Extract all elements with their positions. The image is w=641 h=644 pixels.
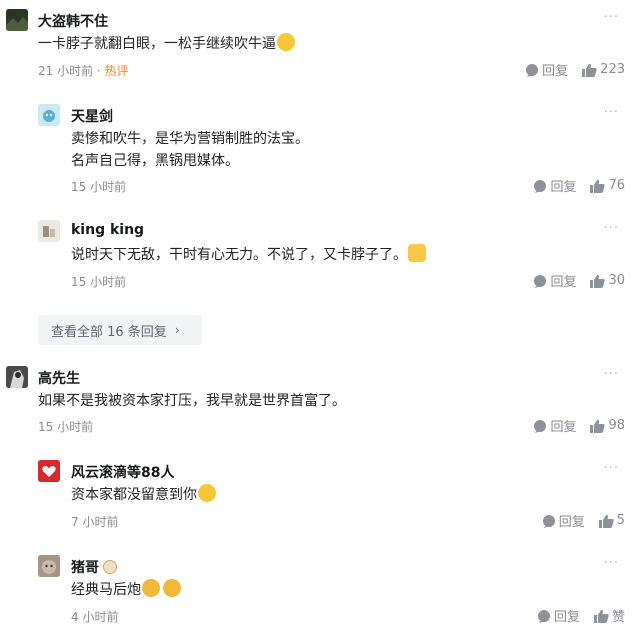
- avatar[interactable]: [6, 9, 28, 31]
- avatar[interactable]: [6, 366, 28, 388]
- reply-label: 回复: [553, 610, 580, 625]
- comment-author[interactable]: 大盗韩不住: [38, 11, 108, 31]
- thumbs-up-icon: [582, 63, 597, 77]
- like-count: 98: [608, 418, 625, 433]
- more-options-icon[interactable]: ···: [604, 367, 619, 382]
- comment-text: 资本家都没留意到你: [71, 484, 216, 506]
- more-options-icon[interactable]: ···: [604, 461, 619, 476]
- reply-icon: [537, 609, 550, 623]
- comment-time: 21 小时前: [38, 64, 94, 78]
- avatar[interactable]: [38, 460, 60, 482]
- avatar[interactable]: [38, 104, 60, 126]
- like-count: 76: [608, 178, 625, 193]
- chevron-right-icon: ›: [174, 323, 180, 337]
- comment-author[interactable]: 风云滚滴等88人: [71, 462, 174, 482]
- thumbs-up-icon: [590, 274, 606, 288]
- reply-icon: [534, 419, 547, 433]
- reply-button[interactable]: 回复: [533, 271, 576, 290]
- thumbs-up-icon: [590, 419, 606, 433]
- like-count: 223: [600, 62, 625, 77]
- comment-meta: 21 小时前 · 热评: [38, 64, 129, 78]
- avatar-image-icon: [38, 460, 60, 482]
- thumbs-up-icon: [598, 514, 614, 528]
- comment-time: 7 小时前: [71, 515, 119, 529]
- comment-time: 4 小时前: [71, 610, 119, 624]
- comment-text: 经典马后炮: [71, 579, 181, 601]
- comment-author[interactable]: 天星剑: [71, 106, 113, 126]
- reply-icon: [534, 179, 547, 193]
- reply-button[interactable]: 回复: [533, 416, 576, 435]
- comment-text-content: 资本家都没留意到你: [71, 487, 197, 503]
- reply-label: 回复: [550, 275, 577, 290]
- reply-button[interactable]: 回复: [537, 606, 580, 625]
- reply-label: 回复: [550, 180, 577, 195]
- view-all-replies-button[interactable]: 查看全部 16 条回复 ›: [38, 315, 202, 345]
- comment-text-line: 名声自己得，黑锅甩媒体。: [71, 153, 239, 169]
- more-options-icon[interactable]: ···: [604, 105, 619, 120]
- like-button[interactable]: 5: [598, 513, 625, 528]
- like-count: 30: [608, 273, 625, 288]
- grin-emoji-icon: [198, 484, 216, 502]
- comment-text-content: 经典马后炮: [71, 582, 141, 598]
- comment-actions: 回复 76: [533, 176, 625, 195]
- like-button[interactable]: 赞: [593, 606, 625, 625]
- cat-emoji-icon: [408, 244, 426, 262]
- comment-actions: 回复 5: [542, 511, 625, 530]
- thumbs-up-icon: [590, 179, 606, 193]
- reply-label: 回复: [558, 515, 585, 530]
- comment-text: 说时天下无敌，干时有心无力。不说了，又卡脖子了。: [71, 244, 426, 266]
- reply-label: 回复: [550, 420, 577, 435]
- money-face-emoji-icon: [163, 579, 181, 597]
- avatar-image-icon: [38, 555, 60, 577]
- more-options-icon[interactable]: ···: [604, 10, 619, 25]
- comment-time: 15 小时前: [71, 275, 127, 289]
- hot-comment-tag: 热评: [104, 64, 129, 78]
- avatar[interactable]: [38, 220, 60, 242]
- reply-button[interactable]: 回复: [525, 60, 568, 79]
- comment-time: 15 小时前: [38, 420, 94, 434]
- comment-author[interactable]: 高先生: [38, 368, 80, 388]
- money-face-emoji-icon: [142, 579, 160, 597]
- reply-button[interactable]: 回复: [533, 176, 576, 195]
- avatar[interactable]: [38, 555, 60, 577]
- comment-actions: 回复 98: [533, 416, 625, 435]
- reply-icon: [534, 274, 547, 288]
- comment-actions: 回复 223: [525, 60, 625, 79]
- like-count: 5: [616, 513, 625, 528]
- thumbs-up-icon: [593, 609, 609, 623]
- comment-actions: 回复 赞: [537, 606, 625, 625]
- avatar-image-icon: [6, 366, 28, 388]
- like-button[interactable]: 98: [590, 418, 625, 433]
- more-options-icon[interactable]: ···: [604, 556, 619, 571]
- like-button[interactable]: 223: [582, 62, 625, 77]
- comment-time: 15 小时前: [71, 180, 127, 194]
- avatar-image-icon: [6, 9, 28, 31]
- comment-author-name: 猪哥: [71, 560, 99, 576]
- comment-text: 如果不是我被资本家打压，我早就是世界首富了。: [38, 393, 346, 409]
- smirk-emoji-icon: [277, 33, 295, 51]
- avatar-image-icon: [38, 104, 60, 126]
- like-button[interactable]: 76: [590, 178, 625, 193]
- comment-text: 一卡脖子就翻白眼，一松手继续吹牛逼: [38, 33, 295, 55]
- reply-button[interactable]: 回复: [542, 511, 585, 530]
- comment-text-line: 卖惨和吹牛，是华为营销制胜的法宝。: [71, 131, 309, 147]
- reply-icon: [542, 514, 555, 528]
- avatar-image-icon: [38, 220, 60, 242]
- comment-actions: 回复 30: [533, 271, 625, 290]
- like-count: 赞: [611, 610, 625, 625]
- more-options-icon[interactable]: ···: [604, 221, 619, 236]
- member-badge-icon: [103, 560, 117, 574]
- comment-text-content: 一卡脖子就翻白眼，一松手继续吹牛逼: [38, 36, 276, 52]
- comment-author[interactable]: king king: [71, 222, 144, 238]
- view-all-replies-label: 查看全部 16 条回复: [51, 324, 167, 340]
- reply-label: 回复: [542, 64, 569, 79]
- comment-text-content: 说时天下无敌，干时有心无力。不说了，又卡脖子了。: [71, 247, 407, 263]
- comment-author[interactable]: 猪哥: [71, 557, 117, 577]
- like-button[interactable]: 30: [590, 273, 625, 288]
- reply-icon: [526, 63, 539, 77]
